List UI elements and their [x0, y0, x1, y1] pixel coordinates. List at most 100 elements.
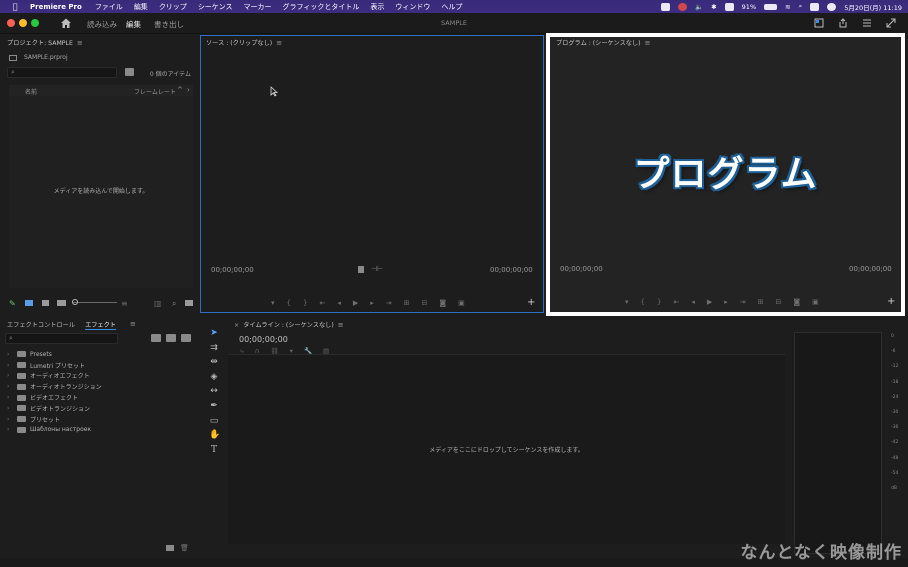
export-frame-icon[interactable]: ◙	[439, 299, 446, 307]
record-icon[interactable]	[678, 2, 688, 11]
find-icon[interactable]: ⌕	[172, 299, 176, 309]
add-marker-icon[interactable]: ▾	[625, 298, 629, 306]
menu-edit[interactable]: 編集	[134, 2, 148, 12]
go-to-out-icon[interactable]: ⇥	[386, 299, 392, 307]
menu-app-name[interactable]: Premiere Pro	[30, 3, 82, 11]
source-settings-icon[interactable]	[358, 266, 364, 273]
share-icon[interactable]	[838, 18, 848, 28]
new-bin-from-search-icon[interactable]	[125, 68, 134, 76]
mark-in-icon[interactable]: {	[641, 298, 645, 306]
go-to-in-icon[interactable]: ⇤	[319, 299, 325, 307]
play-icon[interactable]: ▶	[353, 299, 358, 307]
tab-effects[interactable]: エフェクト	[85, 320, 116, 330]
tab-edit[interactable]: 編集	[126, 19, 141, 36]
menu-help[interactable]: ヘルプ	[441, 2, 462, 12]
tree-item[interactable]: › Шаблоны настроек	[7, 425, 102, 436]
play-icon[interactable]: ▶	[707, 298, 712, 306]
tab-effect-controls[interactable]: エフェクトコントロール	[7, 320, 75, 330]
add-marker-icon[interactable]: ▾	[271, 299, 275, 307]
menu-graphics[interactable]: グラフィックとタイトル	[282, 2, 359, 12]
expand-icon[interactable]: ›	[7, 362, 13, 369]
tree-item[interactable]: › ビデオエフェクト	[7, 392, 102, 403]
hand-tool-icon[interactable]: ✋	[209, 430, 220, 440]
expand-icon[interactable]: ›	[7, 372, 13, 379]
workspaces-icon[interactable]	[862, 18, 872, 28]
menu-marker[interactable]: マーカー	[243, 2, 271, 12]
panel-menu-icon[interactable]: ≡	[338, 321, 344, 329]
zoom-slider-handle[interactable]	[72, 299, 78, 305]
type-tool-icon[interactable]: T	[209, 445, 219, 455]
menu-clip[interactable]: クリップ	[159, 2, 187, 12]
timeline-track-area[interactable]: メディアをここにドロップしてシーケンスを作成します。	[228, 354, 785, 544]
step-back-icon[interactable]: ◂	[337, 299, 341, 307]
delete-icon[interactable]: 🗑	[180, 544, 189, 552]
32bit-effects-icon[interactable]	[166, 334, 176, 342]
lift-icon[interactable]: ⊞	[758, 298, 764, 306]
icon-view-icon[interactable]	[42, 300, 49, 306]
go-to-out-icon[interactable]: ⇥	[740, 298, 746, 306]
menu-file[interactable]: ファイル	[95, 2, 123, 12]
tab-import[interactable]: 読み込み	[87, 19, 117, 30]
zoom-window-button[interactable]	[31, 19, 39, 27]
panel-menu-icon[interactable]: ≡	[77, 39, 83, 47]
yuv-effects-icon[interactable]	[181, 334, 191, 342]
tree-item[interactable]: › ビデオトランジション	[7, 403, 102, 414]
mark-out-icon[interactable]: }	[303, 299, 307, 307]
sort-icons-icon[interactable]: ≡	[121, 299, 128, 308]
mark-out-icon[interactable]: }	[657, 298, 661, 306]
new-custom-bin-icon[interactable]	[166, 545, 174, 551]
panel-menu-icon[interactable]: ≡	[645, 39, 651, 47]
selection-tool-icon[interactable]: ➤	[209, 328, 219, 338]
program-timecode-left[interactable]: 00;00;00;00	[560, 265, 603, 273]
timeline-timecode[interactable]: 00;00;00;00	[239, 335, 288, 344]
source-split-icon[interactable]: ⊣⊢	[371, 265, 383, 273]
wifi-icon[interactable]: ≋	[785, 3, 790, 11]
column-name[interactable]: 名前	[25, 87, 37, 96]
insert-icon[interactable]: ⊞	[404, 299, 410, 307]
tree-item[interactable]: › Presets	[7, 349, 102, 360]
column-framerate[interactable]: フレームレート	[134, 87, 176, 96]
menu-view[interactable]: 表示	[370, 2, 384, 12]
freeform-view-icon[interactable]	[57, 300, 66, 306]
step-forward-icon[interactable]: ▸	[370, 299, 374, 307]
quick-export-icon[interactable]	[814, 18, 824, 28]
home-icon[interactable]	[60, 17, 72, 29]
bluetooth-icon[interactable]: ✱	[711, 3, 716, 11]
apple-icon[interactable]: 	[10, 2, 20, 12]
step-forward-icon[interactable]: ▸	[724, 298, 728, 306]
tree-item[interactable]: › オーディオトランジション	[7, 381, 102, 392]
ripple-edit-tool-icon[interactable]: ⇹	[209, 357, 219, 367]
expand-icon[interactable]: ›	[7, 394, 13, 401]
extract-icon[interactable]: ⊟	[776, 298, 782, 306]
close-window-button[interactable]	[7, 19, 15, 27]
fullscreen-icon[interactable]	[886, 18, 896, 28]
pen-tool-icon[interactable]: ✒	[209, 401, 219, 411]
more-columns-icon[interactable]: ›	[187, 86, 190, 94]
menu-sequence[interactable]: シーケンス	[198, 2, 233, 12]
tab-export[interactable]: 書き出し	[154, 19, 184, 30]
expand-icon[interactable]: ›	[7, 426, 13, 433]
slip-tool-icon[interactable]: ↔	[209, 386, 219, 396]
expand-icon[interactable]: ›	[7, 351, 13, 358]
tree-item[interactable]: › プリセット	[7, 414, 102, 425]
track-select-tool-icon[interactable]: ⇉	[209, 343, 219, 353]
button-editor-icon[interactable]: ▣	[458, 299, 465, 307]
zoom-slider[interactable]	[73, 302, 117, 303]
effects-search-input[interactable]: ⌕	[5, 333, 118, 344]
expand-icon[interactable]: ›	[7, 383, 13, 390]
overwrite-icon[interactable]: ⊟	[422, 299, 428, 307]
project-search-input[interactable]: ⌕	[7, 67, 117, 78]
go-to-in-icon[interactable]: ⇤	[673, 298, 679, 306]
app-status-icon[interactable]	[724, 2, 734, 11]
new-bin-icon[interactable]	[185, 300, 193, 306]
comparison-view-icon[interactable]: ▣	[812, 298, 819, 306]
sort-ascending-icon[interactable]: ^	[177, 86, 183, 94]
razor-tool-icon[interactable]: ◈	[209, 372, 219, 382]
accelerated-effects-icon[interactable]	[151, 334, 161, 342]
menu-window[interactable]: ウィンドウ	[395, 2, 430, 12]
step-back-icon[interactable]: ◂	[691, 298, 695, 306]
battery-icon[interactable]	[764, 3, 778, 10]
project-item-list[interactable]: メディアを読み込んで開始します。	[9, 96, 193, 288]
automate-to-sequence-icon[interactable]: ▥	[154, 299, 162, 308]
tree-item[interactable]: › Lumetri プリセット	[7, 360, 102, 371]
